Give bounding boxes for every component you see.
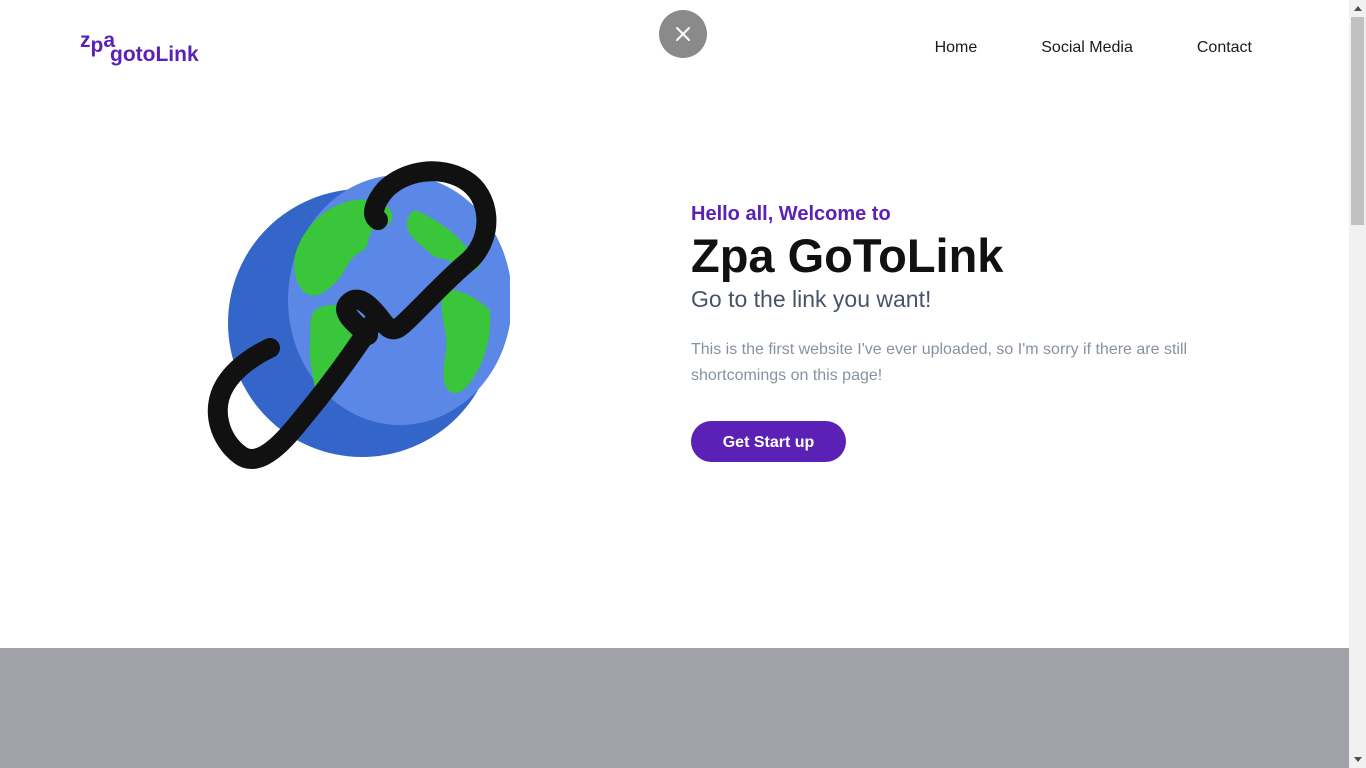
page: zpa gotoLink Home Social Media Contact H… — [0, 0, 1349, 768]
scroll-down-arrow-icon[interactable] — [1349, 751, 1366, 768]
hero-title: Zpa GoToLink — [691, 229, 1004, 282]
nav-link-home[interactable]: Home — [935, 38, 978, 58]
main-nav: Home Social Media Contact — [871, 38, 1252, 58]
footer-band — [0, 648, 1349, 768]
get-start-up-button[interactable]: Get Start up — [691, 421, 846, 462]
nav-link-social-media[interactable]: Social Media — [1041, 38, 1133, 58]
scroll-up-arrow-icon[interactable] — [1349, 0, 1366, 17]
logo[interactable]: zpa gotoLink — [80, 30, 220, 74]
hero-description: This is the first website I've ever uplo… — [691, 341, 1188, 384]
close-button[interactable] — [659, 10, 707, 58]
globe-chain-link-icon — [207, 161, 510, 469]
hero-subtitle: Go to the link you want! — [691, 286, 932, 312]
hero-greeting: Hello all, Welcome to — [691, 203, 891, 225]
hero-text-block: Hello all, Welcome to Zpa GoToLink Go to… — [691, 201, 1211, 462]
scroll-thumb[interactable] — [1351, 17, 1364, 225]
logo-gotolink-text: gotoLink — [110, 43, 199, 66]
nav-link-contact[interactable]: Contact — [1197, 38, 1252, 58]
logo-p: p — [90, 34, 104, 57]
browser-viewport: zpa gotoLink Home Social Media Contact H… — [0, 0, 1366, 768]
logo-z: z — [80, 29, 91, 52]
vertical-scrollbar[interactable] — [1349, 0, 1366, 768]
close-icon — [676, 27, 690, 41]
